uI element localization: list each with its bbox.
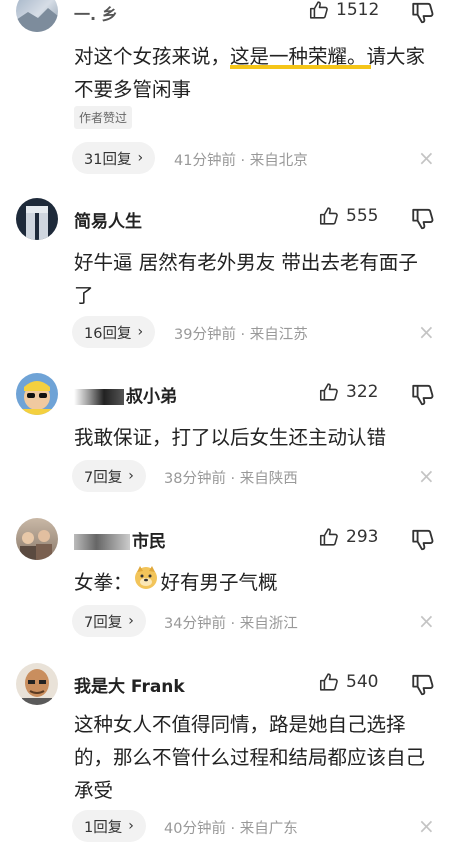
like-count: 1512 [336,0,380,20]
doge-emoji [133,564,159,600]
comment-meta: 34分钟前 · 来自浙江 [164,616,298,632]
landscape-avatar[interactable] [16,0,58,32]
replies-button[interactable]: 7回复 › [72,605,146,637]
replies-count: 31回复 [84,151,132,168]
thumbs-up-icon [318,205,340,227]
replies-count: 7回复 [84,469,123,486]
comment-text: 我敢保证，打了以后女生还主动认错 [74,426,387,449]
like-button[interactable]: 1512 [308,0,379,21]
bald-man-avatar[interactable] [16,663,58,705]
blurred-name-part [74,534,130,550]
chevron-right-icon: › [137,150,144,166]
thumbs-down-icon[interactable] [410,382,436,408]
close-icon[interactable]: × [418,611,435,631]
comment-text: 对这个女孩来说，这是一种荣耀。 请大家不要多管闲事 [74,45,426,101]
comment-meta: 40分钟前 · 来自广东 [164,821,298,837]
like-count: 322 [346,382,379,402]
author-liked-badge: 作者赞过 [74,106,133,129]
replies-button[interactable]: 1回复 › [72,810,146,842]
replies-count: 7回复 [84,614,123,631]
comment-text: 这种女人不值得同情，路是她自己选择的，那么不管什么过程和结局都应该自己承受 [74,713,426,802]
comment-meta: 39分钟前 · 来自江苏 [174,327,308,343]
like-button[interactable]: 293 [318,526,378,548]
blurred-name-part [74,389,124,405]
like-count: 540 [346,672,379,692]
like-count: 555 [346,206,379,226]
username[interactable]: 市民 [74,527,166,552]
username[interactable]: 我是大 Frank [74,672,185,697]
like-count: 293 [346,527,379,547]
comment-meta: 38分钟前 · 来自陕西 [164,471,298,487]
thumbs-up-icon [318,381,340,403]
highlight-underline [230,65,371,69]
thumbs-down-icon[interactable] [410,0,436,26]
replies-count: 16回复 [84,325,132,342]
thumbs-up-icon [318,526,340,548]
thumbs-down-icon[interactable] [410,672,436,698]
sunglasses-avatar[interactable] [16,373,58,415]
chevron-right-icon: › [128,613,134,629]
replies-button[interactable]: 16回复 › [72,316,156,348]
close-icon[interactable]: × [418,148,435,168]
highlighted-text: 这是一种荣耀。 [230,45,371,69]
close-icon[interactable]: × [418,466,435,486]
thumbs-up-icon [308,0,330,21]
close-icon[interactable]: × [418,816,435,836]
thumbs-down-icon[interactable] [410,206,436,232]
like-button[interactable]: 555 [318,205,378,227]
chevron-right-icon: › [128,468,134,484]
replies-count: 1回复 [84,819,123,836]
thumbs-up-icon [318,671,340,693]
chevron-right-icon: › [128,818,134,834]
comment-text: 女拳： 好有男子气概 [74,564,444,600]
comment-text: 好牛逼 居然有老外男友 带出去老有面子了 [74,251,418,307]
building-avatar[interactable] [16,198,58,240]
username[interactable]: 叔小弟 [74,382,177,407]
replies-button[interactable]: 31回复 › [72,142,156,174]
username[interactable]: 简易人生 [74,207,142,232]
username[interactable]: 一. 乡 [74,1,118,25]
comment-meta: 41分钟前 · 来自北京 [174,153,308,169]
close-icon[interactable]: × [418,322,435,342]
group-photo-avatar[interactable] [16,518,58,560]
thumbs-down-icon[interactable] [410,527,436,553]
replies-button[interactable]: 7回复 › [72,460,146,492]
chevron-right-icon: › [137,324,144,340]
like-button[interactable]: 322 [318,381,378,403]
like-button[interactable]: 540 [318,671,378,693]
